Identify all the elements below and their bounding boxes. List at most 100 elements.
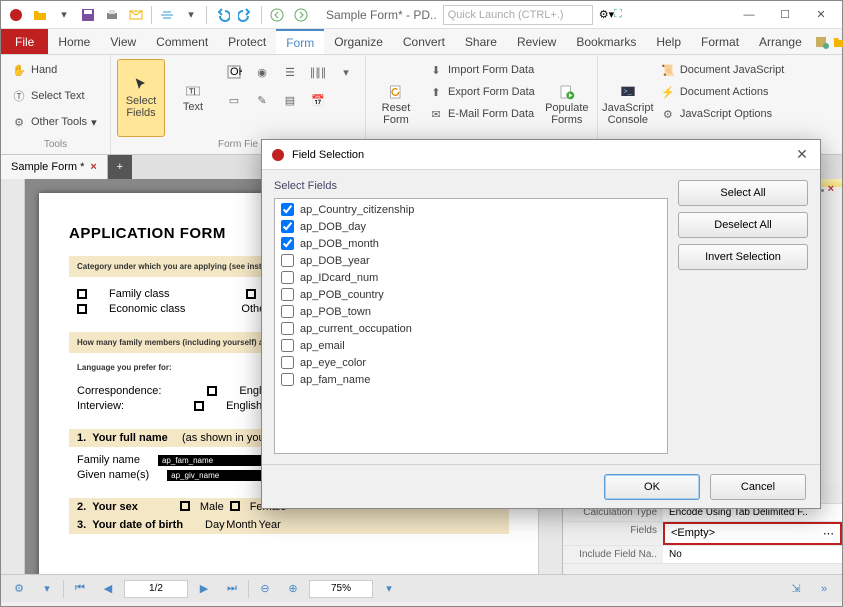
dialog-titlebar[interactable]: Field Selection ✕ [262, 140, 820, 170]
field-list[interactable]: ap_Country_citizenshipap_DOB_dayap_DOB_m… [274, 198, 668, 454]
select-text-tool[interactable]: ⓉSelect Text [7, 85, 104, 107]
import-form-data[interactable]: ⬇Import Form Data [424, 59, 539, 81]
forward-icon[interactable] [290, 4, 312, 26]
zoom-dropdown-icon[interactable]: ▾ [377, 579, 401, 599]
tree-icon[interactable]: ⇲ [784, 579, 808, 599]
checkbox-field[interactable] [246, 289, 256, 299]
maximize-button[interactable]: ☐ [768, 4, 802, 26]
menu-home[interactable]: Home [48, 29, 100, 54]
button-field-icon[interactable]: ▭ [221, 87, 247, 113]
field-checkbox[interactable] [281, 322, 294, 335]
page-number-input[interactable]: 1/2 [124, 580, 188, 598]
more-icon[interactable]: ▾ [333, 59, 359, 85]
dropdown-icon[interactable]: ▾ [53, 4, 75, 26]
expand-down-icon[interactable]: » [812, 579, 836, 599]
populate-forms-button[interactable]: Populate Forms [543, 59, 591, 150]
menu-view[interactable]: View [100, 29, 146, 54]
field-checkbox[interactable] [281, 373, 294, 386]
menu-comment[interactable]: Comment [146, 29, 218, 54]
field-checkbox[interactable] [281, 237, 294, 250]
zoom-in-icon[interactable]: ⊕ [281, 579, 305, 599]
menu-convert[interactable]: Convert [393, 29, 455, 54]
close-button[interactable]: ✕ [804, 4, 838, 26]
field-list-item[interactable]: ap_fam_name [277, 371, 665, 388]
field-checkbox[interactable] [281, 254, 294, 267]
field-list-item[interactable]: ap_DOB_month [277, 235, 665, 252]
text-field[interactable]: ap_fam_name [158, 455, 268, 466]
menu-file[interactable]: File [1, 29, 48, 54]
menu-organize[interactable]: Organize [324, 29, 393, 54]
left-gutter[interactable] [1, 179, 25, 574]
mail-icon[interactable] [125, 4, 147, 26]
next-page-icon[interactable]: ▶ [192, 579, 216, 599]
menu-help[interactable]: Help [646, 29, 691, 54]
field-list-item[interactable]: ap_email [277, 337, 665, 354]
open-icon[interactable] [29, 4, 51, 26]
options-icon[interactable]: ⚙ [7, 579, 31, 599]
field-list-item[interactable]: ap_IDcard_num [277, 269, 665, 286]
field-list-item[interactable]: ap_Country_citizenship [277, 201, 665, 218]
menu-bookmarks[interactable]: Bookmarks [566, 29, 646, 54]
app-icon[interactable] [5, 4, 27, 26]
new-tab-button[interactable]: + [108, 155, 132, 179]
javascript-options[interactable]: ⚙JavaScript Options [656, 103, 789, 125]
field-checkbox[interactable] [281, 203, 294, 216]
options-dropdown-icon[interactable]: ▾ [35, 579, 59, 599]
field-checkbox[interactable] [281, 356, 294, 369]
date-field-icon[interactable]: 📅 [305, 87, 331, 113]
add-tool-icon[interactable] [814, 31, 830, 53]
checkbox-field[interactable] [77, 304, 87, 314]
field-checkbox[interactable] [281, 305, 294, 318]
field-list-item[interactable]: ap_POB_country [277, 286, 665, 303]
field-checkbox[interactable] [281, 271, 294, 284]
last-page-icon[interactable]: ⏭ [220, 579, 244, 599]
close-tab-icon[interactable]: × [90, 161, 96, 173]
dropdown-icon[interactable]: ▾ [180, 4, 202, 26]
zoom-out-icon[interactable]: ⊖ [253, 579, 277, 599]
document-actions[interactable]: ⚡Document Actions [656, 81, 789, 103]
first-page-icon[interactable]: ⏮ [68, 579, 92, 599]
document-javascript[interactable]: 📜Document JavaScript [656, 59, 789, 81]
save-icon[interactable] [77, 4, 99, 26]
menu-review[interactable]: Review [507, 29, 566, 54]
fields-value[interactable]: <Empty>⋯ [663, 522, 842, 545]
settings-icon[interactable]: ⚙ [599, 8, 609, 21]
field-checkbox[interactable] [281, 220, 294, 233]
document-tab[interactable]: Sample Form *× [1, 155, 108, 179]
text-field-button[interactable]: T| Text [169, 59, 217, 137]
select-all-button[interactable]: Select All [678, 180, 808, 206]
field-checkbox[interactable] [281, 288, 294, 301]
hand-tool[interactable]: ✋Hand [7, 59, 104, 81]
checkbox-field[interactable] [230, 501, 240, 511]
js-console-button[interactable]: >_ JavaScript Console [604, 59, 652, 150]
image-field-icon[interactable]: ▤ [277, 87, 303, 113]
back-icon[interactable] [266, 4, 288, 26]
quick-launch-input[interactable]: Quick Launch (CTRL+.) [443, 5, 593, 25]
redo-icon[interactable] [235, 4, 257, 26]
prev-page-icon[interactable]: ◀ [96, 579, 120, 599]
print-icon[interactable] [101, 4, 123, 26]
field-list-item[interactable]: ap_DOB_day [277, 218, 665, 235]
checkbox-field[interactable] [77, 289, 87, 299]
include-value[interactable]: No [663, 546, 842, 563]
checkbox-field-icon[interactable]: OK [221, 59, 247, 85]
other-tools[interactable]: ⚙Other Tools ▾ [7, 111, 104, 133]
menu-share[interactable]: Share [455, 29, 507, 54]
menu-form[interactable]: Form [276, 29, 324, 54]
signature-field-icon[interactable]: ✎ [249, 87, 275, 113]
select-fields-button[interactable]: Select Fields [117, 59, 165, 137]
field-list-item[interactable]: ap_current_occupation [277, 320, 665, 337]
zoom-input[interactable]: 75% [309, 580, 373, 598]
email-form-data[interactable]: ✉E-Mail Form Data [424, 103, 539, 125]
dialog-close-icon[interactable]: ✕ [792, 146, 812, 163]
barcode-field-icon[interactable]: ∥∥∥ [305, 59, 331, 85]
menu-format[interactable]: Format [691, 29, 749, 54]
menu-arrange[interactable]: Arrange [749, 29, 812, 54]
ok-button[interactable]: OK [604, 474, 700, 500]
field-checkbox[interactable] [281, 339, 294, 352]
panel-close-icon[interactable]: × [828, 183, 834, 195]
minimize-button[interactable]: — [732, 4, 766, 26]
field-list-item[interactable]: ap_DOB_year [277, 252, 665, 269]
scan-icon[interactable] [156, 4, 178, 26]
undo-icon[interactable] [211, 4, 233, 26]
